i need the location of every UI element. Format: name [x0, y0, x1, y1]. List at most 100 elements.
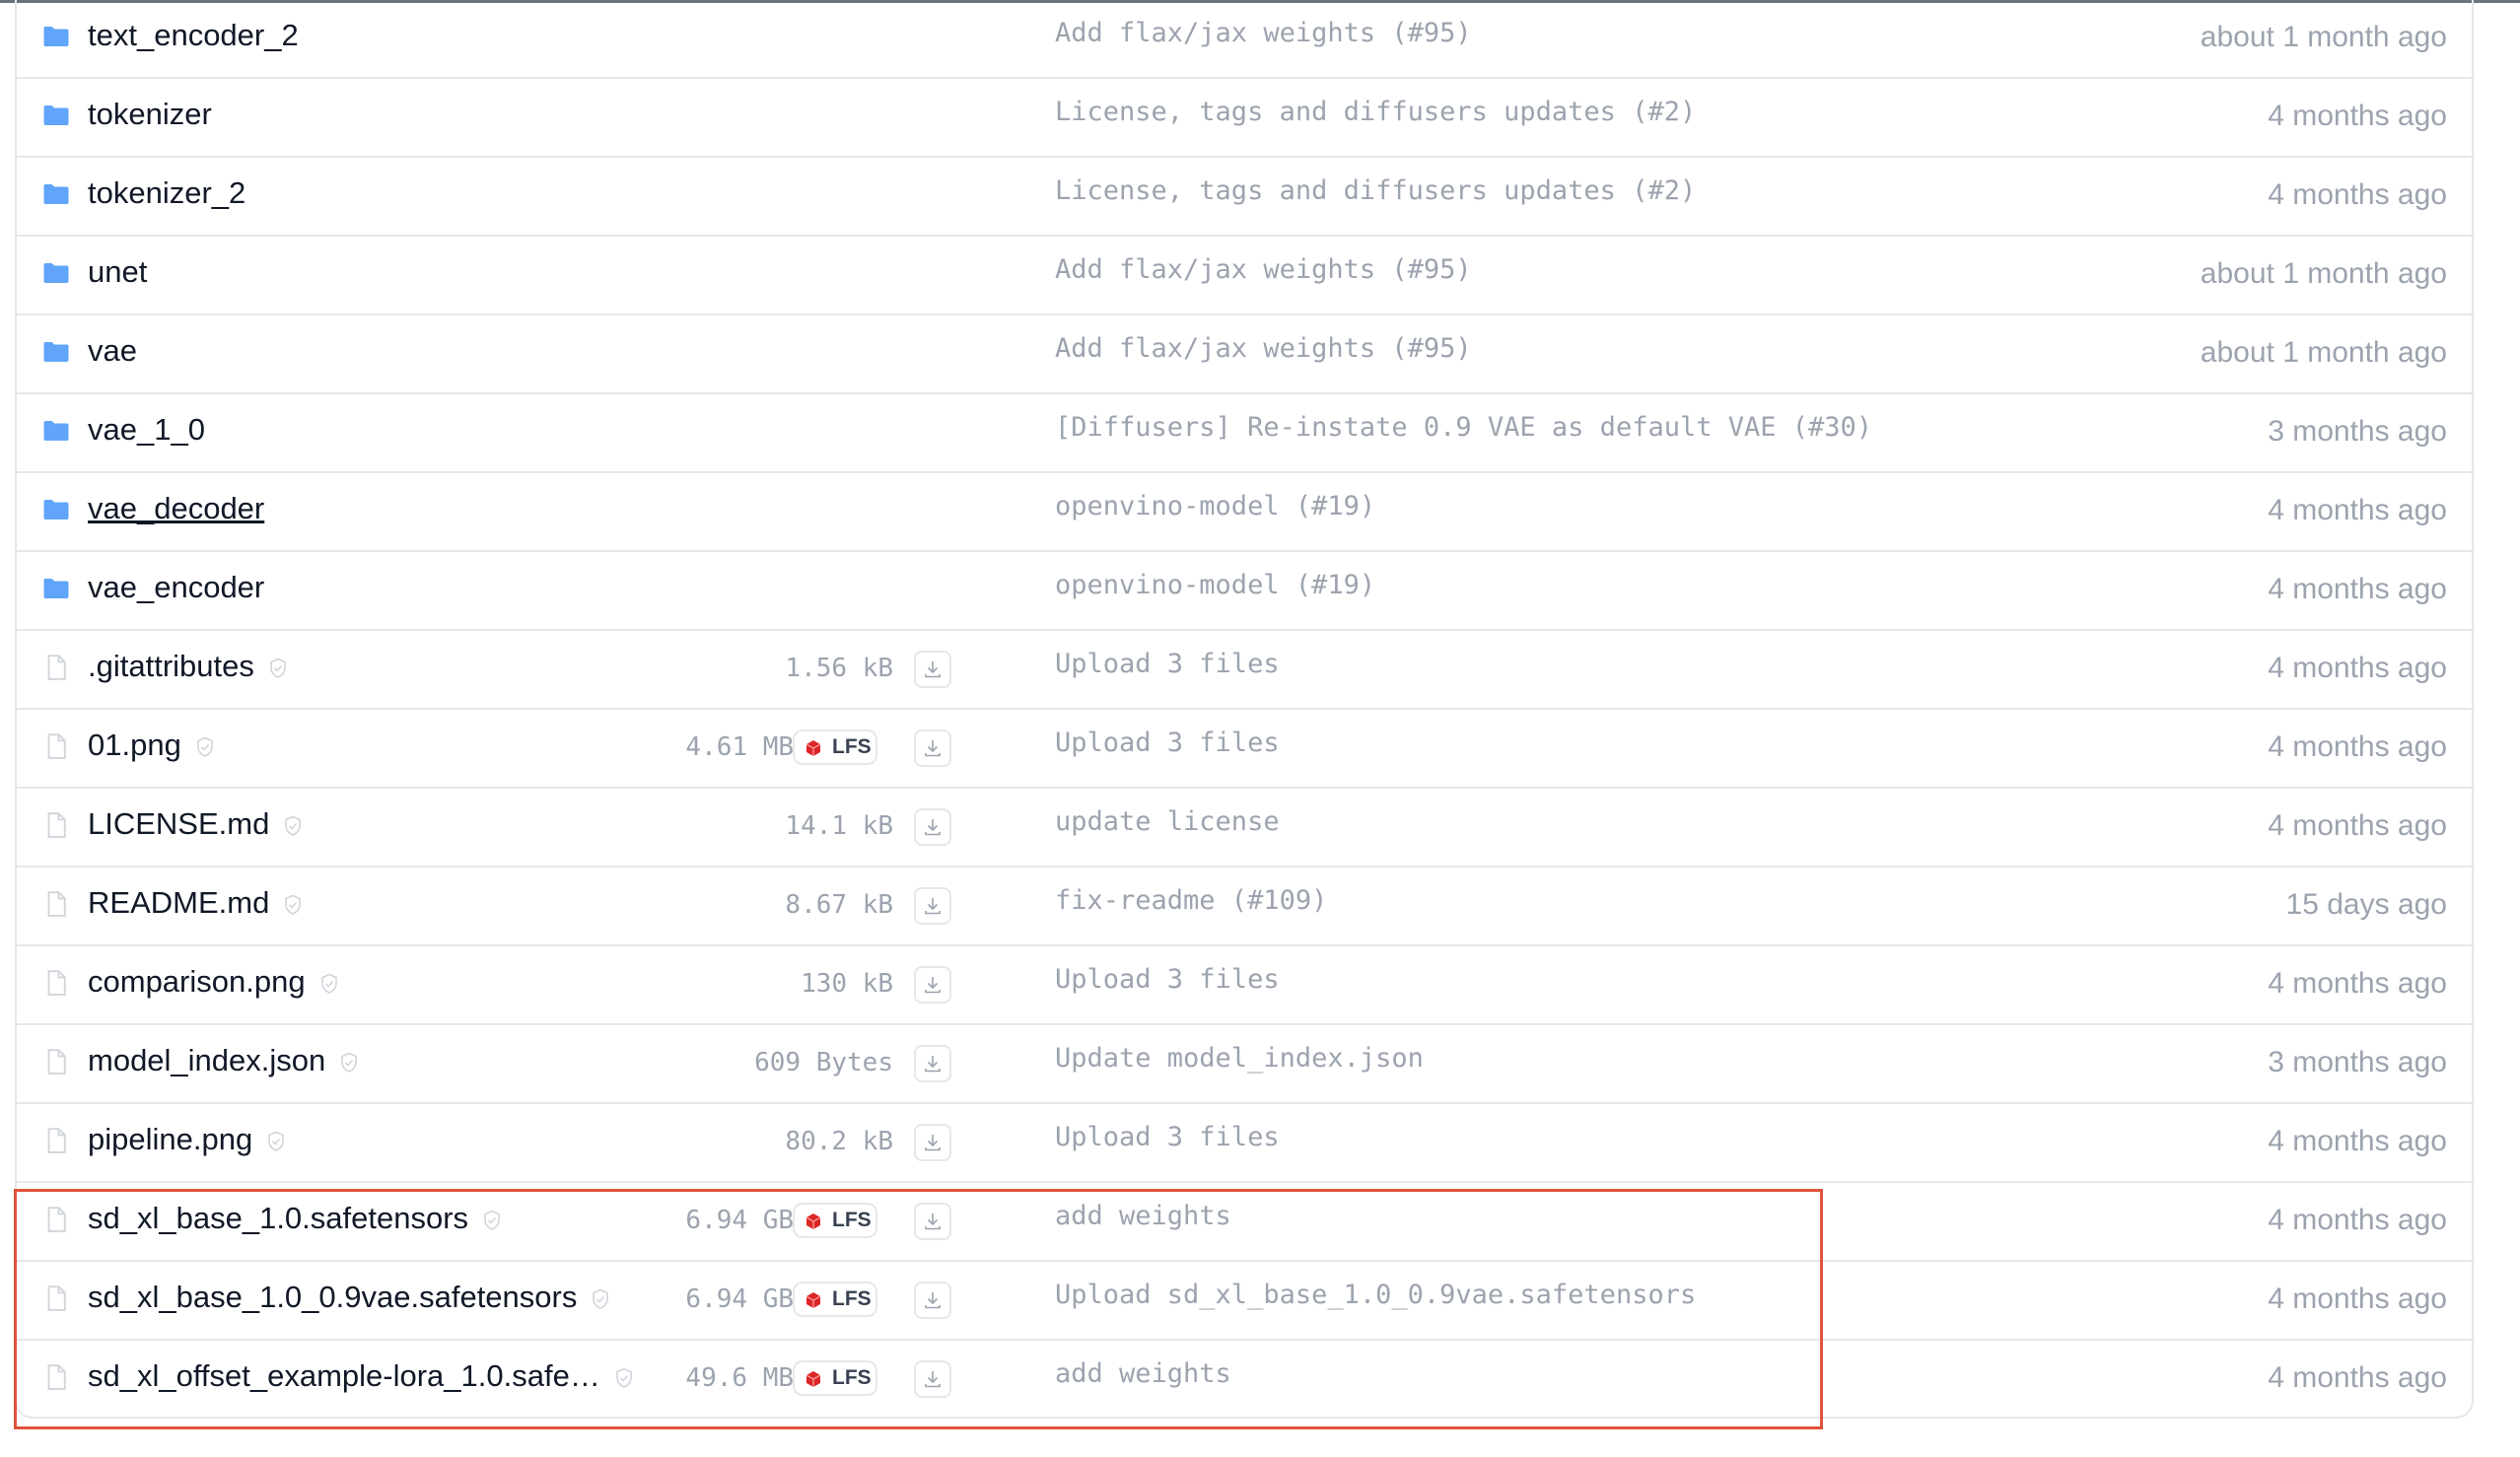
file-name[interactable]: sd_xl_offset_example-lora_1.0.safe…	[88, 1356, 634, 1396]
file-name[interactable]: README.md	[88, 883, 303, 923]
download-button[interactable]	[914, 808, 951, 846]
file-name[interactable]: pipeline.png	[88, 1120, 286, 1159]
commit-message[interactable]: Upload 3 files	[1055, 724, 1280, 763]
shield-check-icon	[484, 1210, 500, 1230]
file-name-text[interactable]: sd_xl_offset_example-lora_1.0.safe…	[88, 1358, 600, 1393]
commit-message[interactable]: openvino-model (#19)	[1055, 487, 1375, 526]
file-name-text[interactable]: comparison.png	[88, 964, 306, 999]
file-name-text[interactable]: pipeline.png	[88, 1122, 252, 1156]
download-button[interactable]	[914, 729, 951, 767]
download-icon	[925, 1371, 941, 1388]
folder-row[interactable]: vae_encoder openvino-model (#19) 4 month…	[17, 552, 2472, 631]
commit-message[interactable]: Upload 3 files	[1055, 960, 1280, 1000]
commit-message[interactable]: add weights	[1055, 1197, 1231, 1236]
last-modified: about 1 month ago	[2200, 21, 2447, 53]
file-row[interactable]: comparison.png 130 kB Upload 3 files 4 m…	[17, 946, 2472, 1025]
download-button[interactable]	[914, 1360, 951, 1398]
lfs-icon	[805, 1214, 821, 1229]
commit-message[interactable]: fix-readme (#109)	[1055, 881, 1327, 921]
file-size: 130 kB	[801, 969, 893, 999]
shield-check-icon	[268, 1131, 285, 1151]
commit-message[interactable]: Add flax/jax weights (#95)	[1055, 14, 1472, 53]
commit-message[interactable]: Upload 3 files	[1055, 1118, 1280, 1157]
folder-icon	[43, 500, 69, 520]
file-row[interactable]: pipeline.png 80.2 kB Upload 3 files 4 mo…	[17, 1104, 2472, 1183]
commit-message[interactable]: Add flax/jax weights (#95)	[1055, 329, 1472, 369]
commit-message[interactable]: [Diffusers] Re-instate 0.9 VAE as defaul…	[1055, 408, 1872, 448]
file-name[interactable]: model_index.json	[88, 1041, 359, 1080]
commit-message[interactable]: Upload 3 files	[1055, 645, 1280, 684]
file-icon	[47, 891, 66, 917]
file-name-text[interactable]: README.md	[88, 885, 269, 920]
last-modified: 4 months ago	[2268, 573, 2447, 605]
download-icon	[925, 1056, 941, 1073]
last-modified: 4 months ago	[2268, 100, 2447, 132]
download-button[interactable]	[914, 966, 951, 1004]
file-name[interactable]: sd_xl_base_1.0.safetensors	[88, 1199, 502, 1238]
file-row[interactable]: .gitattributes 1.56 kB Upload 3 files 4 …	[17, 631, 2472, 710]
commit-message[interactable]: License, tags and diffusers updates (#2)	[1055, 172, 1696, 211]
download-button[interactable]	[914, 651, 951, 688]
folder-row[interactable]: vae_1_0 [Diffusers] Re-instate 0.9 VAE a…	[17, 394, 2472, 473]
file-icon	[47, 733, 66, 759]
file-name-text[interactable]: .gitattributes	[88, 649, 254, 683]
file-row[interactable]: model_index.json 609 Bytes Update model_…	[17, 1025, 2472, 1104]
file-name[interactable]: LICENSE.md	[88, 804, 303, 844]
file-size: 14.1 kB	[785, 811, 893, 841]
folder-row[interactable]: vae Add flax/jax weights (#95) about 1 m…	[17, 315, 2472, 394]
folder-name[interactable]: tokenizer_2	[88, 173, 245, 213]
download-button[interactable]	[914, 1282, 951, 1319]
folder-icon	[43, 184, 69, 204]
download-button[interactable]	[914, 1124, 951, 1161]
folder-row[interactable]: tokenizer License, tags and diffusers up…	[17, 79, 2472, 158]
file-row[interactable]: sd_xl_base_1.0.safetensors 6.94 GB LFS a…	[17, 1183, 2472, 1262]
file-icon	[47, 1207, 66, 1232]
file-name[interactable]: sd_xl_base_1.0_0.9vae.safetensors	[88, 1278, 610, 1317]
folder-row[interactable]: text_encoder_2 Add flax/jax weights (#95…	[17, 0, 2472, 79]
file-name-text[interactable]: sd_xl_base_1.0_0.9vae.safetensors	[88, 1280, 577, 1314]
folder-name[interactable]: vae	[88, 331, 137, 371]
last-modified: 4 months ago	[2268, 730, 2447, 763]
commit-message[interactable]: add weights	[1055, 1354, 1231, 1394]
folder-row[interactable]: vae_decoder openvino-model (#19) 4 month…	[17, 473, 2472, 552]
commit-message[interactable]: Update model_index.json	[1055, 1039, 1424, 1078]
file-row[interactable]: README.md 8.67 kB fix-readme (#109) 15 d…	[17, 867, 2472, 946]
folder-row[interactable]: unet Add flax/jax weights (#95) about 1 …	[17, 237, 2472, 315]
file-row[interactable]: sd_xl_base_1.0_0.9vae.safetensors 6.94 G…	[17, 1262, 2472, 1341]
commit-message[interactable]: License, tags and diffusers updates (#2)	[1055, 93, 1696, 132]
folder-name[interactable]: tokenizer	[88, 95, 212, 134]
shield-check-icon	[593, 1288, 609, 1309]
download-button[interactable]	[914, 1203, 951, 1240]
commit-message[interactable]: Add flax/jax weights (#95)	[1055, 250, 1472, 290]
file-row[interactable]: 01.png 4.61 MB LFS Upload 3 files 4 mont…	[17, 710, 2472, 789]
file-name-text[interactable]: sd_xl_base_1.0.safetensors	[88, 1201, 468, 1235]
file-name[interactable]: 01.png	[88, 726, 215, 765]
folder-name[interactable]: vae_encoder	[88, 568, 264, 607]
download-button[interactable]	[914, 887, 951, 925]
commit-message[interactable]: openvino-model (#19)	[1055, 566, 1375, 605]
file-row[interactable]: sd_xl_offset_example-lora_1.0.safe… 49.6…	[17, 1341, 2472, 1420]
file-icon	[47, 970, 66, 996]
last-modified: 4 months ago	[2268, 652, 2447, 684]
folder-name[interactable]: text_encoder_2	[88, 16, 299, 55]
file-name-text[interactable]: 01.png	[88, 728, 181, 762]
folder-name[interactable]: vae_1_0	[88, 410, 205, 450]
file-name[interactable]: comparison.png	[88, 962, 339, 1002]
file-name[interactable]: .gitattributes	[88, 647, 288, 686]
last-modified: 4 months ago	[2268, 494, 2447, 526]
file-icon	[47, 1049, 66, 1075]
file-name-text[interactable]: model_index.json	[88, 1043, 325, 1077]
download-icon	[925, 661, 941, 678]
file-icon	[47, 1285, 66, 1311]
commit-message[interactable]: update license	[1055, 802, 1280, 842]
file-size: 4.61 MB	[685, 732, 794, 762]
folder-row[interactable]: tokenizer_2 License, tags and diffusers …	[17, 158, 2472, 237]
last-modified: 4 months ago	[2268, 1204, 2447, 1236]
file-name-text[interactable]: LICENSE.md	[88, 806, 269, 841]
folder-name[interactable]: unet	[88, 252, 147, 292]
folder-name[interactable]: vae_decoder	[88, 489, 264, 528]
last-modified: 15 days ago	[2285, 888, 2447, 921]
commit-message[interactable]: Upload sd_xl_base_1.0_0.9vae.safetensors	[1055, 1276, 1696, 1315]
file-row[interactable]: LICENSE.md 14.1 kB update license 4 mont…	[17, 789, 2472, 867]
download-button[interactable]	[914, 1045, 951, 1082]
